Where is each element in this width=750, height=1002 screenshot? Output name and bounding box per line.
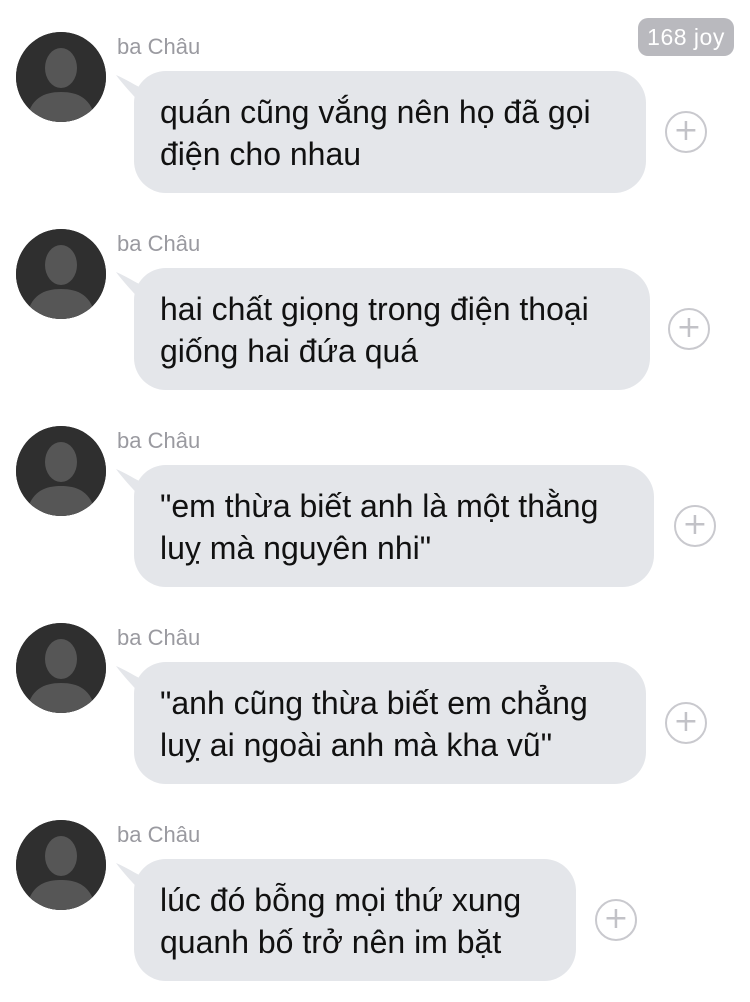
- sender-name: ba Châu: [117, 34, 201, 59]
- message-bubble[interactable]: lúc đó bỗng mọi thứ xung quanh bố trở nê…: [134, 859, 576, 981]
- chat-message: ba Châu lúc đó bỗng mọi thứ xung quanh b…: [0, 820, 750, 1000]
- chat-message: ba Châu "anh cũng thừa biết em chẳng luỵ…: [0, 623, 750, 803]
- default-person-icon: [16, 32, 106, 122]
- avatar[interactable]: [16, 623, 106, 713]
- chat-message: ba Châu "em thừa biết anh là một thằng l…: [0, 426, 750, 606]
- sender-name: ba Châu: [117, 822, 201, 847]
- chat-message: ba Châu quán cũng vắng nên họ đã gọi điệ…: [0, 32, 750, 212]
- message-bubble[interactable]: "anh cũng thừa biết em chẳng luỵ ai ngoà…: [134, 662, 646, 784]
- plus-circle-icon[interactable]: +: [665, 111, 707, 153]
- plus-circle-icon[interactable]: +: [595, 899, 637, 941]
- avatar[interactable]: [16, 820, 106, 910]
- sender-name: ba Châu: [117, 231, 201, 256]
- default-person-icon: [16, 229, 106, 319]
- avatar[interactable]: [16, 229, 106, 319]
- default-person-icon: [16, 426, 106, 516]
- message-bubble[interactable]: quán cũng vắng nên họ đã gọi điện cho nh…: [134, 71, 646, 193]
- plus-circle-icon[interactable]: +: [674, 505, 716, 547]
- avatar[interactable]: [16, 32, 106, 122]
- message-bubble[interactable]: "em thừa biết anh là một thằng luỵ mà ng…: [134, 465, 654, 587]
- chat-message: ba Châu hai chất giọng trong điện thoại …: [0, 229, 750, 409]
- default-person-icon: [16, 623, 106, 713]
- sender-name: ba Châu: [117, 428, 201, 453]
- avatar[interactable]: [16, 426, 106, 516]
- plus-circle-icon[interactable]: +: [668, 308, 710, 350]
- default-person-icon: [16, 820, 106, 910]
- message-bubble[interactable]: hai chất giọng trong điện thoại giống ha…: [134, 268, 650, 390]
- sender-name: ba Châu: [117, 625, 201, 650]
- plus-circle-icon[interactable]: +: [665, 702, 707, 744]
